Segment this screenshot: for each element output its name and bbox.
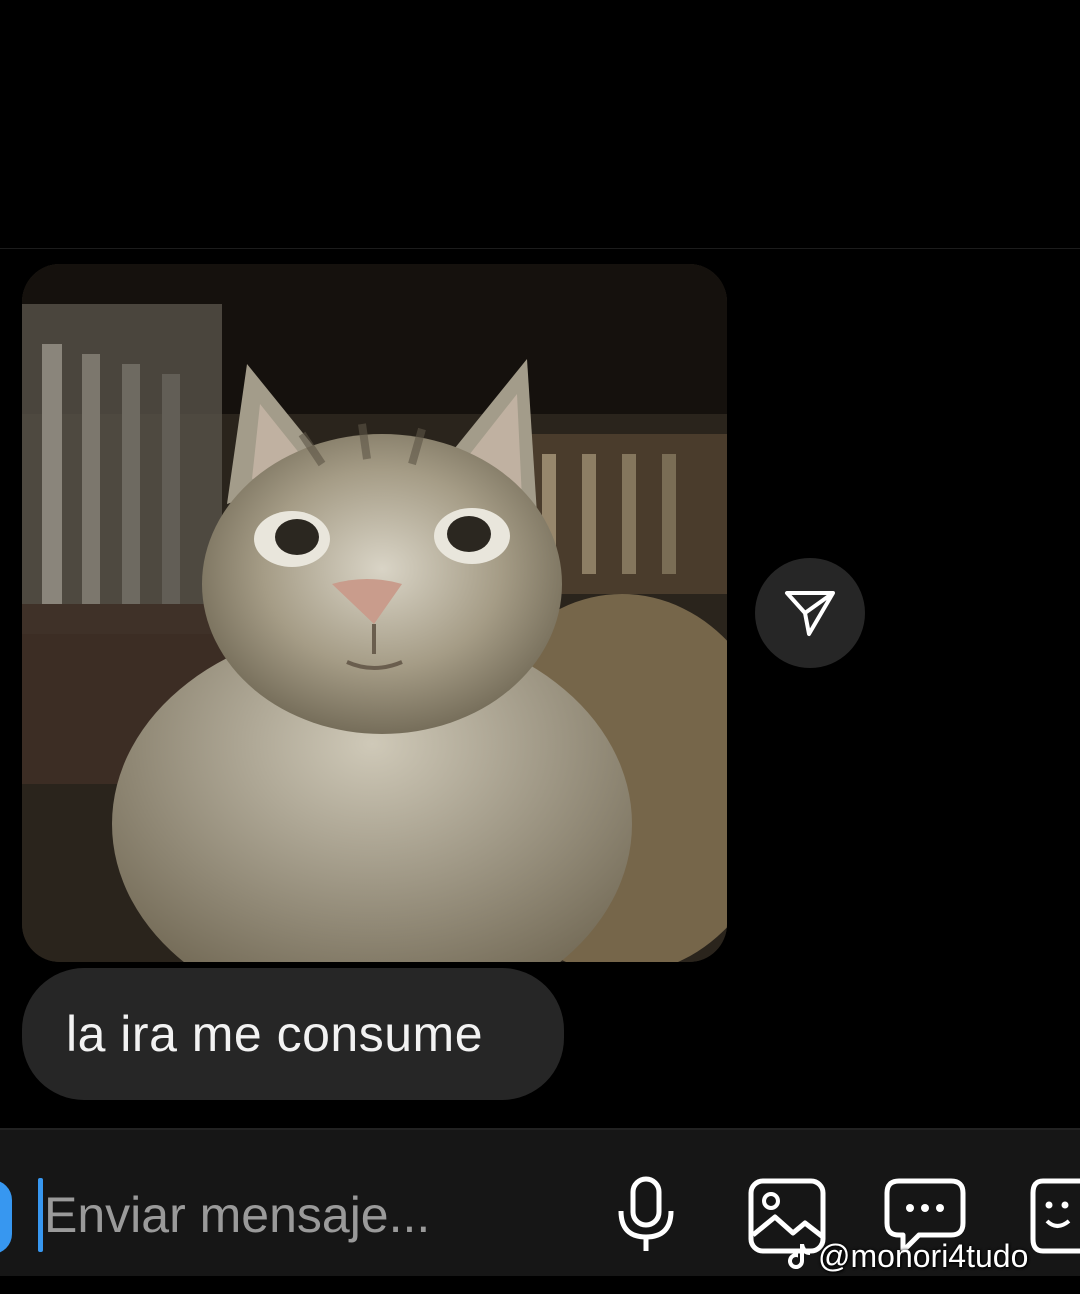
shared-cat-photo[interactable] (22, 264, 727, 962)
text-caret (38, 1178, 43, 1252)
message-text: la ira me consume (66, 1006, 483, 1062)
microphone-icon (618, 1176, 674, 1251)
tiktok-watermark: @monori4tudo (788, 1236, 1028, 1276)
sticker-icon (1030, 1178, 1080, 1254)
sticker-button[interactable] (1020, 1174, 1080, 1258)
cat-image (22, 264, 727, 962)
message-input[interactable] (44, 1180, 584, 1250)
send-icon (785, 591, 835, 636)
watermark-handle: @monori4tudo (818, 1237, 1029, 1274)
tiktok-icon (788, 1244, 810, 1270)
share-button[interactable] (755, 558, 865, 668)
message-bubble[interactable]: la ira me consume (22, 968, 564, 1100)
header-divider (0, 248, 1080, 249)
voice-message-button[interactable] (606, 1172, 686, 1258)
